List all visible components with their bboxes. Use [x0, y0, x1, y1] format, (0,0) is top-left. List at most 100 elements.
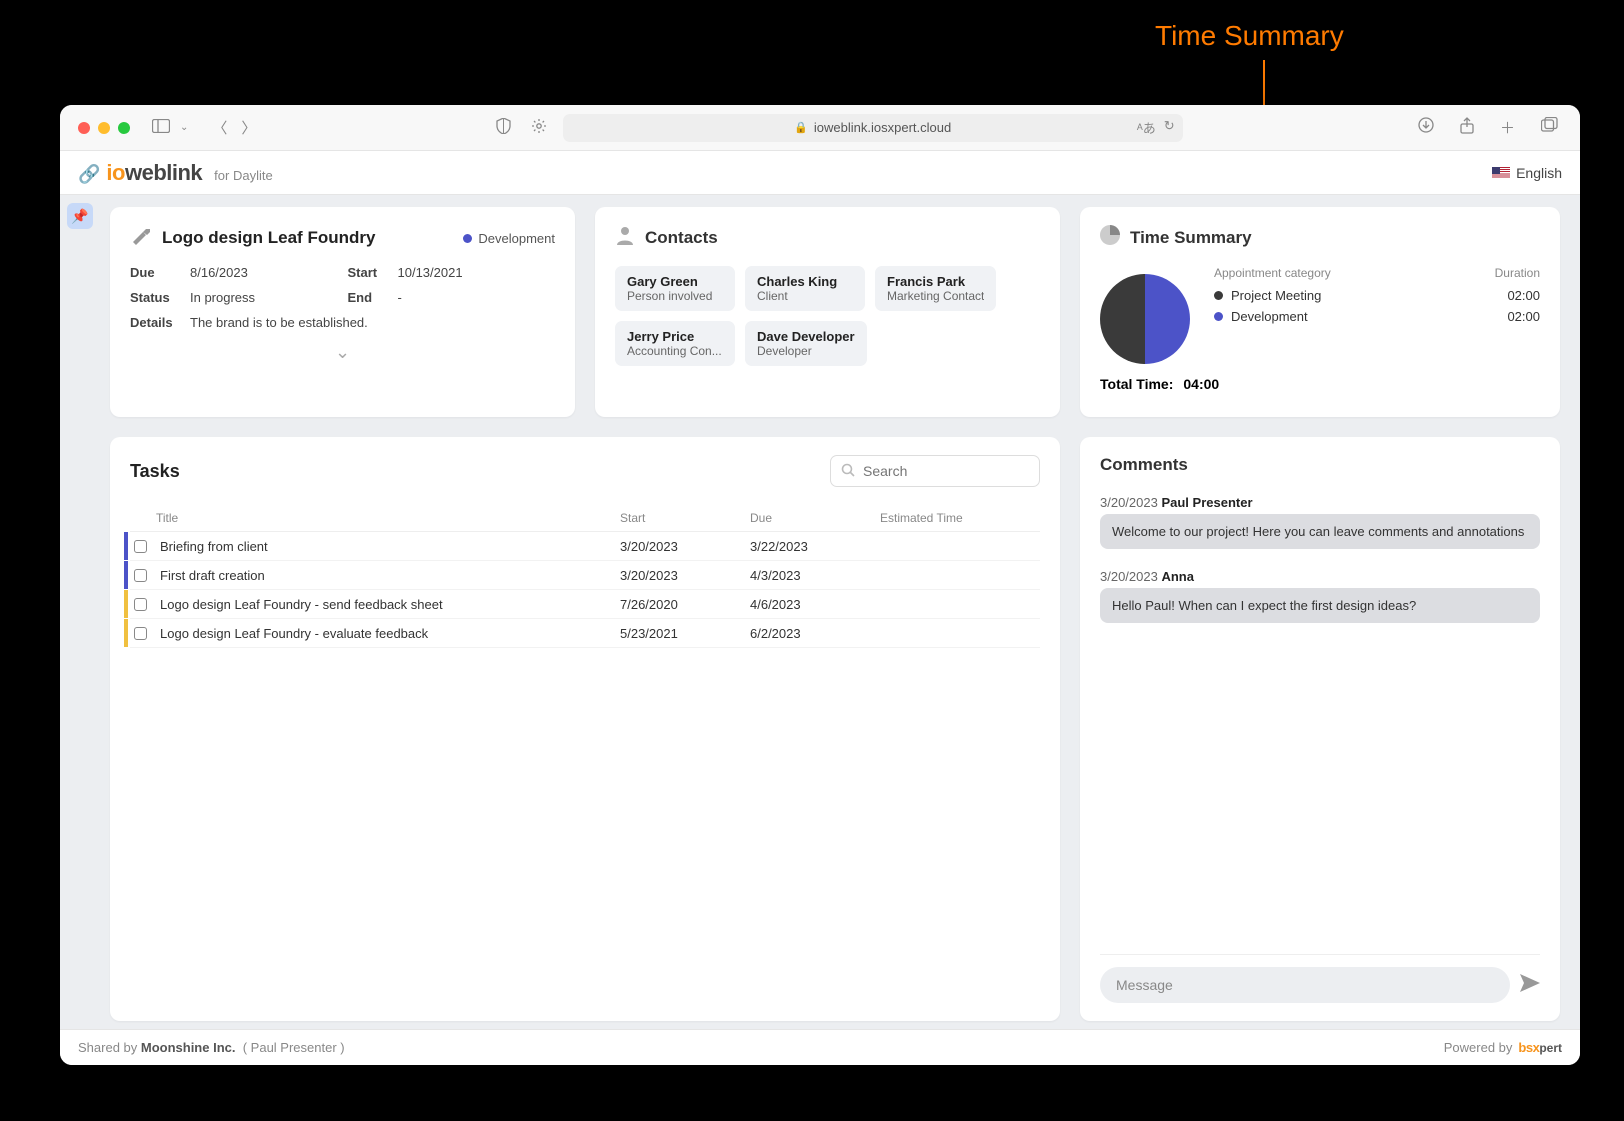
forward-button[interactable]: 〉: [237, 117, 260, 138]
url-text: ioweblink.iosxpert.cloud: [814, 120, 951, 135]
details-label: Details: [130, 315, 190, 330]
due-label: Due: [130, 265, 190, 280]
contact-role: Developer: [757, 344, 855, 358]
tasks-search[interactable]: [830, 455, 1040, 487]
language-selector[interactable]: English: [1492, 165, 1562, 181]
downloads-icon[interactable]: [1414, 117, 1438, 138]
contact-chip[interactable]: Jerry PriceAccounting Con...: [615, 321, 735, 366]
pushpin-icon: 📌: [71, 208, 88, 225]
comment-text: Welcome to our project! Here you can lea…: [1100, 514, 1540, 549]
sidebar-toggle-button[interactable]: ⌄: [148, 119, 192, 137]
comment-text: Hello Paul! When can I expect the first …: [1100, 588, 1540, 623]
checkbox[interactable]: [134, 598, 147, 611]
total-time-value: 04:00: [1183, 376, 1219, 392]
bsxpert-logo: bsxpert: [1518, 1040, 1562, 1055]
shared-by-prefix: Shared by: [78, 1040, 141, 1055]
expand-toggle[interactable]: ⌄: [130, 342, 555, 363]
flag-icon: [1492, 167, 1510, 179]
contact-name: Jerry Price: [627, 329, 723, 344]
language-label: English: [1516, 165, 1562, 181]
time-row: Project Meeting 02:00: [1214, 288, 1540, 303]
time-row-label: Development: [1231, 309, 1308, 324]
pie-chart-icon: [1100, 225, 1120, 250]
time-summary-heading: Time Summary: [1130, 228, 1252, 248]
new-tab-icon[interactable]: ＋: [1496, 117, 1519, 138]
time-summary-card: Time Summary Appointment category Durati…: [1080, 207, 1560, 417]
end-label: End: [348, 290, 398, 305]
contact-role: Client: [757, 289, 853, 303]
maximize-window-button[interactable]: [118, 122, 130, 134]
reader-icon[interactable]: ᴬあ: [1137, 118, 1156, 137]
project-card: Logo design Leaf Foundry Development Due…: [110, 207, 575, 417]
task-due: 4/3/2023: [750, 568, 880, 583]
table-row[interactable]: Logo design Leaf Foundry - send feedback…: [130, 590, 1040, 619]
contacts-heading: Contacts: [645, 228, 718, 248]
col-duration: Duration: [1495, 266, 1540, 280]
contacts-list: Gary GreenPerson involved Charles KingCl…: [615, 266, 1040, 366]
due-value: 8/16/2023: [190, 265, 348, 280]
share-icon[interactable]: [1456, 117, 1478, 138]
comment-list: 3/20/2023 Paul Presenter Welcome to our …: [1100, 495, 1540, 954]
contact-chip[interactable]: Dave DeveloperDeveloper: [745, 321, 867, 366]
browser-toolbar: ⌄ 〈 〉 🔒 ioweblink.iosxpert.cloud ᴬあ ↻: [60, 105, 1580, 151]
powered-by[interactable]: Powered by bsxpert: [1444, 1040, 1562, 1055]
search-input[interactable]: [863, 463, 1044, 479]
back-button[interactable]: 〈: [208, 117, 231, 138]
col-due: Due: [750, 511, 880, 525]
contact-name: Francis Park: [887, 274, 984, 289]
shield-icon[interactable]: [492, 118, 515, 138]
lock-icon: 🔒: [794, 121, 808, 134]
comment-date: 3/20/2023: [1100, 495, 1158, 510]
reload-icon[interactable]: ↻: [1164, 118, 1175, 137]
tag-dot-icon: [463, 234, 472, 243]
dot-icon: [1214, 291, 1223, 300]
minimize-window-button[interactable]: [98, 122, 110, 134]
contact-chip[interactable]: Gary GreenPerson involved: [615, 266, 735, 311]
time-row-duration: 02:00: [1507, 288, 1540, 303]
checkbox[interactable]: [134, 569, 147, 582]
address-bar[interactable]: 🔒 ioweblink.iosxpert.cloud ᴬあ ↻: [563, 114, 1183, 142]
status-label: Status: [130, 290, 190, 305]
contact-name: Dave Developer: [757, 329, 855, 344]
checkbox[interactable]: [134, 540, 147, 553]
task-title: First draft creation: [160, 568, 620, 583]
send-button[interactable]: [1520, 974, 1540, 997]
task-due: 3/22/2023: [750, 539, 880, 554]
contact-chip[interactable]: Charles KingClient: [745, 266, 865, 311]
start-value: 10/13/2021: [398, 265, 556, 280]
annotation-label: Time Summary: [1155, 20, 1344, 52]
table-row[interactable]: Logo design Leaf Foundry - evaluate feed…: [130, 619, 1040, 648]
app-footer: Shared by Moonshine Inc. ( Paul Presente…: [60, 1029, 1580, 1065]
checkbox[interactable]: [134, 627, 147, 640]
contact-role: Person involved: [627, 289, 723, 303]
contacts-card: Contacts Gary GreenPerson involved Charl…: [595, 207, 1060, 417]
contact-chip[interactable]: Francis ParkMarketing Contact: [875, 266, 996, 311]
app-logo[interactable]: 🔗 ioweblink for Daylite: [78, 160, 273, 186]
start-label: Start: [348, 265, 398, 280]
app-body: 📌 Logo design Leaf Foundry Development: [60, 195, 1580, 1029]
col-title: Title: [156, 511, 620, 525]
task-start: 3/20/2023: [620, 539, 750, 554]
task-start: 5/23/2021: [620, 626, 750, 641]
shared-by: Shared by Moonshine Inc. ( Paul Presente…: [78, 1040, 345, 1055]
comments-heading: Comments: [1100, 455, 1188, 475]
contact-role: Marketing Contact: [887, 289, 984, 303]
tabs-icon[interactable]: [1537, 117, 1562, 138]
chevron-down-icon: ⌄: [335, 342, 350, 362]
table-row[interactable]: Briefing from client 3/20/2023 3/22/2023: [130, 532, 1040, 561]
brand-name: weblink: [125, 160, 202, 185]
close-window-button[interactable]: [78, 122, 90, 134]
browser-window: ⌄ 〈 〉 🔒 ioweblink.iosxpert.cloud ᴬあ ↻: [60, 105, 1580, 1065]
settings-icon[interactable]: [527, 118, 551, 138]
table-row[interactable]: First draft creation 3/20/2023 4/3/2023: [130, 561, 1040, 590]
task-title: Briefing from client: [160, 539, 620, 554]
link-icon: 🔗: [78, 164, 100, 185]
task-title: Logo design Leaf Foundry - send feedback…: [160, 597, 620, 612]
search-icon: [841, 463, 855, 480]
message-placeholder: Message: [1116, 977, 1173, 993]
rail-pin-button[interactable]: 📌: [67, 203, 93, 229]
left-rail: 📌: [60, 195, 100, 1029]
shared-by-user: ( Paul Presenter ): [243, 1040, 345, 1055]
project-tag: Development: [463, 231, 555, 246]
message-input[interactable]: Message: [1100, 967, 1510, 1003]
